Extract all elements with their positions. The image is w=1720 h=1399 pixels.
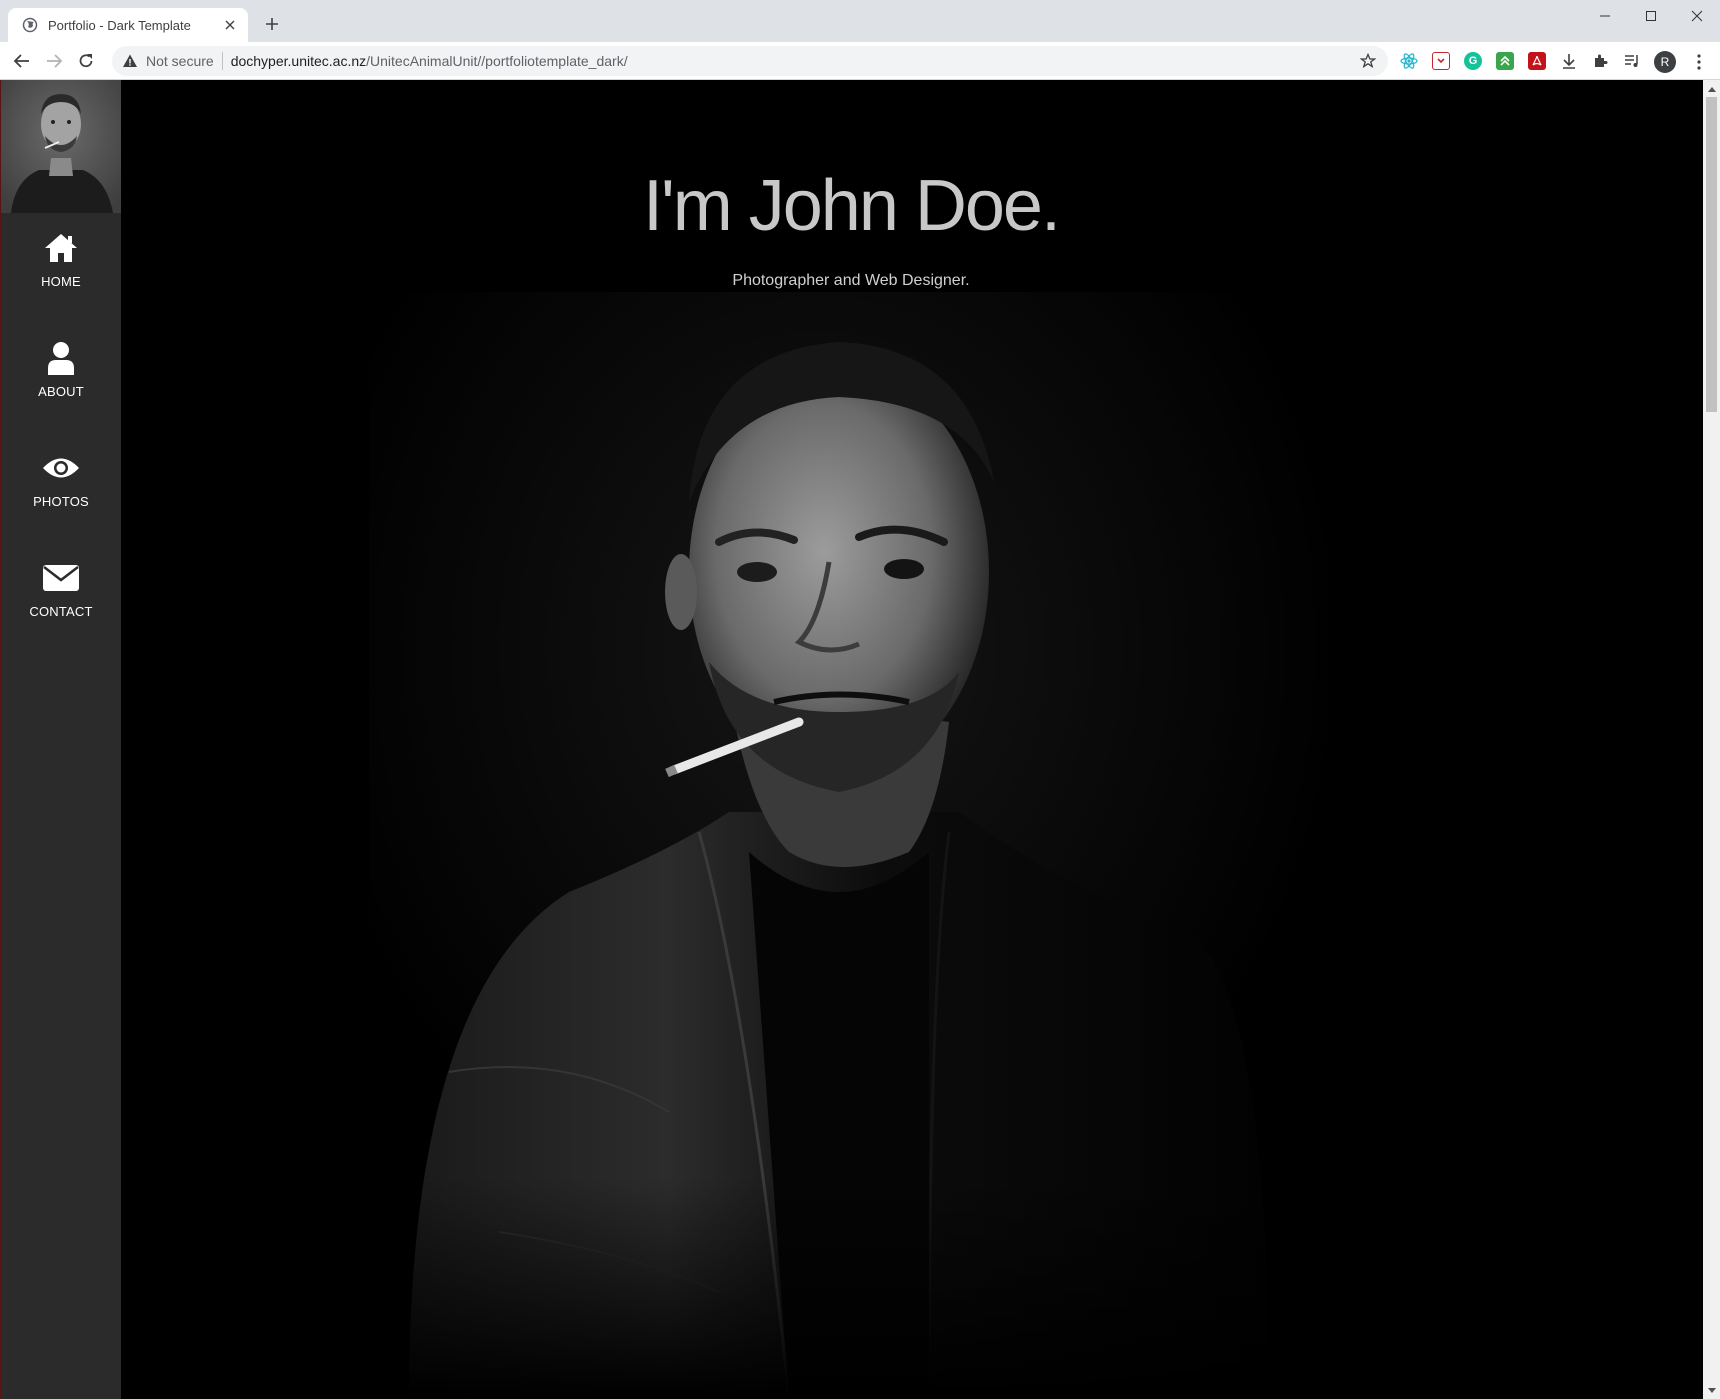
sidebar-item-label: HOME [41,274,81,289]
browser-menu-icon[interactable] [1690,51,1708,73]
reload-button[interactable] [74,49,98,73]
url-path: /UnitecAnimalUnit//portfoliotemplate_dar… [366,53,628,69]
security-label: Not secure [146,53,214,69]
page-title: I'm John Doe. [643,166,1061,246]
browser-tab-strip: Portfolio - Dark Template [0,0,1720,42]
sidebar-item-contact[interactable]: CONTACT [1,560,121,650]
extension-react-icon[interactable] [1400,52,1418,70]
tab-close-icon[interactable] [222,17,238,33]
extensions-puzzle-icon[interactable] [1592,52,1610,70]
tab-title: Portfolio - Dark Template [48,17,191,33]
sidebar-item-label: CONTACT [29,604,93,619]
download-icon[interactable] [1560,52,1578,70]
extension-acrobat-icon[interactable] [1528,52,1546,70]
address-separator [221,52,223,70]
new-tab-button[interactable] [262,14,282,34]
envelope-icon [41,560,81,596]
sidebar-item-about[interactable]: ABOUT [1,340,121,430]
home-icon [41,230,81,266]
media-control-icon[interactable] [1623,52,1641,70]
portrait-photo [369,292,1329,1399]
browser-tab[interactable]: Portfolio - Dark Template [8,8,248,42]
main-content: I'm John Doe. Photographer and Web Desig… [121,80,1703,1399]
profile-avatar[interactable]: R [1654,51,1676,73]
extension-pocket-icon[interactable] [1432,52,1450,70]
scroll-down-icon[interactable] [1703,1382,1720,1399]
sidebar-item-photos[interactable]: PHOTOS [1,450,121,540]
bookmark-star-icon[interactable] [1360,53,1376,69]
extension-grammarly-icon[interactable]: G [1464,52,1482,70]
window-close-button[interactable] [1674,0,1720,32]
maximize-button[interactable] [1628,0,1674,32]
sidebar-item-label: PHOTOS [33,494,89,509]
page-subtitle: Photographer and Web Designer. [732,272,970,289]
forward-button[interactable] [42,49,66,73]
scrollbar-thumb[interactable] [1706,97,1717,412]
page-viewport: HOME ABOUT PHOTOS CONTACT I'm John Doe. … [0,80,1720,1399]
back-button[interactable] [10,49,34,73]
sidebar: HOME ABOUT PHOTOS CONTACT [0,80,121,1399]
eye-icon [41,450,81,486]
user-icon [41,340,81,376]
sidebar-item-home[interactable]: HOME [1,230,121,320]
address-bar[interactable]: Not secure dochyper.unitec.ac.nz/UnitecA… [112,46,1388,76]
sidebar-item-label: ABOUT [38,384,84,399]
avatar[interactable] [1,80,121,213]
extension-feedly-icon[interactable] [1496,52,1514,70]
minimize-button[interactable] [1582,0,1628,32]
scroll-up-icon[interactable] [1703,80,1720,97]
page-scrollbar[interactable] [1703,80,1720,1399]
url-host: dochyper.unitec.ac.nz [230,53,367,69]
browser-toolbar: Not secure dochyper.unitec.ac.nz/UnitecA… [0,42,1720,80]
warning-icon [122,53,138,69]
globe-icon [22,17,38,33]
